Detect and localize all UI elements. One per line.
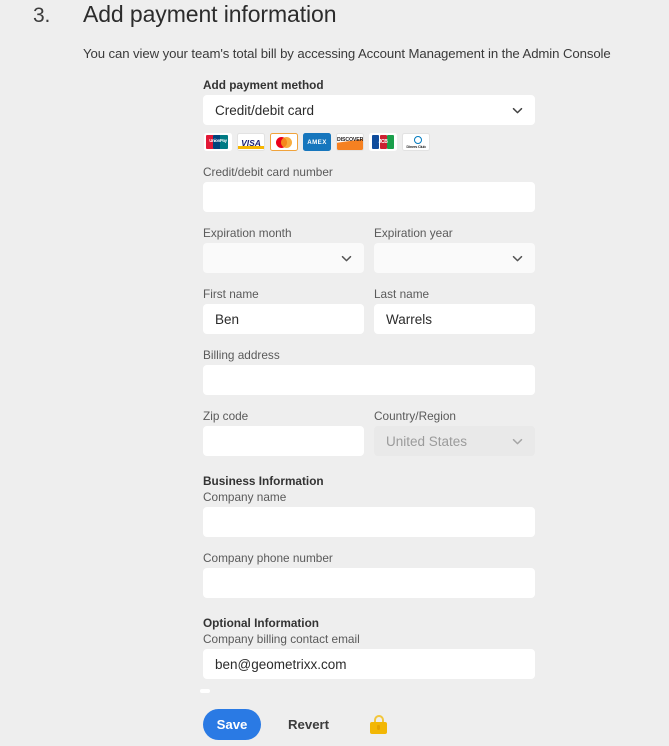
billing-email-label: Company billing contact email [203,632,360,646]
revert-button[interactable]: Revert [288,717,329,732]
company-name-label: Company name [203,490,287,504]
visa-logo: VISA [237,133,265,151]
billing-email-input[interactable] [203,649,535,679]
country-region-select: United States [374,426,535,456]
billing-address-label: Billing address [203,348,280,362]
expiration-year-label: Expiration year [374,226,453,240]
first-name-label: First name [203,287,259,301]
company-name-input[interactable] [203,507,535,537]
amex-logo-label: AMEX [307,138,327,146]
expiration-month-label: Expiration month [203,226,292,240]
page-title: Add payment information [83,1,337,27]
country-region-value: United States [386,433,468,449]
form-action-bar: Save Revert [203,709,388,740]
expiration-row: Expiration month Expiration year [203,226,535,273]
step-number: 3. [33,4,51,27]
company-phone-input[interactable] [203,568,535,598]
payment-method-select[interactable]: Credit/debit card [203,95,535,125]
save-button[interactable]: Save [203,709,261,740]
company-phone-label: Company phone number [203,551,333,565]
chevron-down-icon [511,252,524,265]
expiration-month-select[interactable] [203,243,364,273]
zip-code-label: Zip code [203,409,249,423]
amex-logo: AMEX [303,133,331,151]
jcb-logo-label: JCB [378,139,388,145]
render-artifact [200,689,210,693]
first-name-input[interactable] [203,304,364,334]
country-region-label: Country/Region [374,409,456,423]
step-description: You can view your team's total bill by a… [83,46,611,61]
discover-logo: DISCOVER [336,133,364,151]
discover-logo-label: DISCOVER [337,136,364,143]
mastercard-logo [270,133,298,151]
lock-icon[interactable] [370,715,388,734]
chevron-down-icon [511,104,524,117]
optional-information-heading: Optional Information [203,616,319,630]
payment-method-label: Add payment method [203,78,324,92]
expiration-year-select[interactable] [374,243,535,273]
unionpay-logo-label: UnionPay [209,138,227,143]
last-name-input[interactable] [374,304,535,334]
jcb-logo: JCB [369,133,397,151]
card-number-input[interactable] [203,182,535,212]
step-header: 3. Add payment information [0,0,669,40]
zip-code-input[interactable] [203,426,364,456]
payment-method-value: Credit/debit card [215,102,315,118]
name-row: First name Last name [203,287,535,334]
business-information-heading: Business Information [203,474,324,488]
zip-country-row: Zip code Country/Region United States [203,409,535,456]
chevron-down-icon [340,252,353,265]
unionpay-logo: UnionPay [204,133,232,151]
diners-club-logo: Diners Club [402,133,430,151]
last-name-label: Last name [374,287,430,301]
card-number-label: Credit/debit card number [203,165,333,179]
diners-club-logo-label: Diners Club [406,144,426,149]
payment-form: Add payment method Credit/debit card Uni… [203,78,535,679]
chevron-down-icon [511,435,524,448]
accepted-card-logos: UnionPay VISA AMEX DISCOVER JCB Diners C… [204,133,535,151]
billing-address-input[interactable] [203,365,535,395]
